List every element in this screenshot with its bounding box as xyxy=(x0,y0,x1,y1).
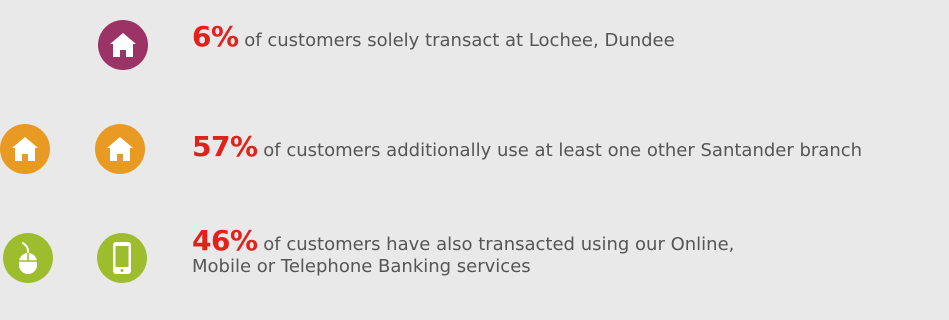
stat-percent: 57% xyxy=(192,130,258,163)
stat-percent: 46% xyxy=(192,224,258,257)
house-icon xyxy=(107,137,133,161)
stat-text: of customers additionally use at least o… xyxy=(257,140,863,161)
stat-text: of customers have also transacted using … xyxy=(257,234,735,255)
stat-digital-banking: 46% of customers have also transacted us… xyxy=(192,227,735,278)
stat-other-branch: 57% of customers additionally use at lea… xyxy=(192,133,863,162)
other-branch-house-icon xyxy=(0,124,50,174)
mobile-phone-icon xyxy=(113,242,131,274)
stat-percent: 6% xyxy=(192,20,239,53)
stat-solely-lochee: 6% of customers solely transact at Loche… xyxy=(192,23,675,52)
stat-line-2: Mobile or Telephone Banking services xyxy=(192,256,531,277)
house-icon xyxy=(12,137,38,161)
mouse-icon xyxy=(19,242,37,274)
stat-text: of customers solely transact at Lochee, … xyxy=(238,30,675,51)
house-icon xyxy=(110,33,136,57)
mobile-phone-circle xyxy=(97,233,147,283)
stat-line-1: 46% of customers have also transacted us… xyxy=(192,227,735,256)
branch-house-icon xyxy=(98,20,148,70)
computer-mouse-circle xyxy=(3,233,53,283)
lochee-branch-house-icon xyxy=(95,124,145,174)
